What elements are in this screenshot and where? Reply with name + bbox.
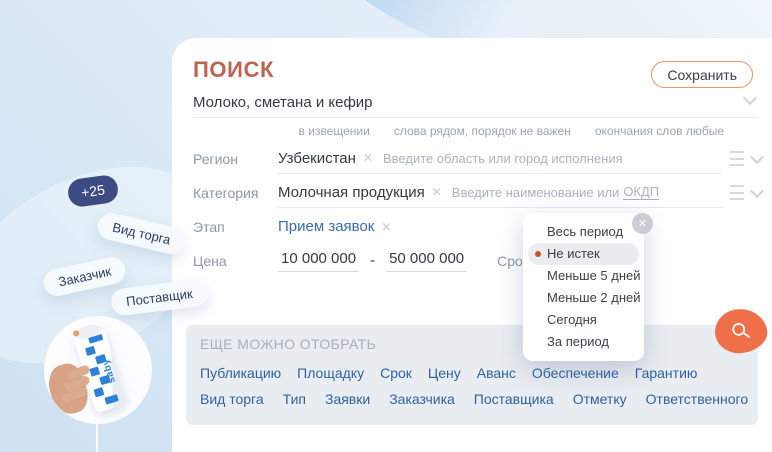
close-icon[interactable]: ✕ — [432, 185, 442, 199]
filter-link[interactable]: Поставщика — [474, 391, 554, 407]
field-row-price: Цена 10 000 000 - 50 000 000 Срок — [193, 246, 762, 275]
price-dash: - — [370, 252, 375, 269]
filter-link[interactable]: Тип — [283, 391, 306, 407]
search-input[interactable]: Молоко, сметана и кефир — [193, 94, 373, 111]
carton-pattern — [93, 387, 104, 397]
search-icon — [729, 319, 754, 344]
selected-dot-icon — [535, 251, 541, 257]
price-inputs: 10 000 000 - 50 000 000 Срок — [278, 246, 762, 275]
close-icon[interactable]: ✕ — [632, 213, 653, 234]
filter-link[interactable]: Заказчика — [389, 391, 455, 407]
carton-pattern — [85, 346, 96, 356]
chevron-down-icon[interactable] — [750, 149, 764, 163]
scope-option-notice[interactable]: в извещении — [299, 124, 370, 138]
dropdown-option[interactable]: Весь период — [523, 221, 644, 243]
region-placeholder: Введите область или город исполнения — [383, 151, 623, 166]
category-controls — [730, 185, 762, 200]
list-icon[interactable] — [730, 151, 744, 166]
decor-line — [96, 424, 98, 452]
close-icon[interactable]: ✕ — [381, 220, 391, 234]
region-input[interactable]: Узбекистан ✕ Введите область или город и… — [278, 144, 723, 174]
region-label: Регион — [193, 151, 278, 167]
search-scope-options: в извещении слова рядом, порядок не важе… — [299, 124, 724, 138]
scope-option-word-order[interactable]: слова рядом, порядок не важен — [394, 124, 571, 138]
field-row-region: Регион Узбекистан ✕ Введите область или … — [193, 144, 762, 173]
dropdown-option[interactable]: Меньше 5 дней — [523, 265, 644, 287]
filter-link[interactable]: Аванс — [477, 365, 516, 381]
filter-link[interactable]: Заявки — [325, 391, 370, 407]
filter-link[interactable]: Гарантию — [635, 365, 698, 381]
more-filters-panel: ЕЩЕ МОЖНО ОТОБРАТЬ Публикацию Площадку С… — [186, 325, 758, 425]
okdp-link[interactable]: ОКДП — [623, 184, 659, 200]
stage-tag: Прием заявок — [278, 218, 374, 235]
filter-link[interactable]: Вид торга — [200, 391, 264, 407]
region-tag: Узбекистан — [278, 150, 356, 167]
dropdown-option-label: Не истек — [547, 243, 600, 265]
category-placeholder: Введите наименование или — [452, 185, 620, 200]
screen: ПОИСК Сохранить Молоко, сметана и кефир … — [0, 0, 772, 452]
chevron-down-icon[interactable] — [743, 91, 757, 105]
dropdown-option[interactable]: Меньше 2 дней — [523, 287, 644, 309]
category-tag: Молочная продукция — [278, 184, 425, 201]
dropdown-option[interactable]: Сегодня — [523, 309, 644, 331]
search-query-row: Молоко, сметана и кефир — [193, 88, 758, 118]
category-label: Категория — [193, 185, 278, 201]
carton-pattern — [104, 394, 118, 404]
search-card: ПОИСК Сохранить Молоко, сметана и кефир … — [172, 38, 772, 452]
price-to-input[interactable]: 50 000 000 — [386, 250, 467, 272]
chevron-down-icon[interactable] — [750, 183, 764, 197]
category-input[interactable]: Молочная продукция ✕ Введите наименовани… — [278, 178, 723, 208]
stage-input[interactable]: Прием заявок ✕ — [278, 212, 762, 241]
price-label: Цена — [193, 253, 278, 269]
filter-link[interactable]: Ответственного — [646, 391, 748, 407]
field-row-category: Категория Молочная продукция ✕ Введите н… — [193, 178, 762, 207]
list-icon[interactable] — [730, 185, 744, 200]
filter-link[interactable]: Публикацию — [200, 365, 281, 381]
field-row-stage: Этап Прием заявок ✕ — [193, 212, 762, 241]
page-title: ПОИСК — [193, 57, 274, 83]
filter-link[interactable]: Срок — [380, 365, 412, 381]
filter-link[interactable]: Обеспечение — [532, 365, 619, 381]
carton-pattern — [89, 366, 100, 376]
more-filters-row1: Публикацию Площадку Срок Цену Аванс Обес… — [200, 365, 697, 381]
scope-option-endings[interactable]: окончания слов любые — [595, 124, 724, 138]
filter-link[interactable]: Площадку — [297, 365, 364, 381]
dropdown-option[interactable]: За период — [523, 331, 644, 353]
price-from-input[interactable]: 10 000 000 — [278, 250, 359, 272]
more-filters-row2: Вид торга Тип Заявки Заказчика Поставщик… — [200, 391, 748, 407]
filter-link[interactable]: Отметку — [573, 391, 627, 407]
dropdown-option-selected[interactable]: Не истек — [528, 243, 639, 265]
filter-link[interactable]: Цену — [428, 365, 461, 381]
save-button[interactable]: Сохранить — [651, 61, 753, 88]
more-filters-title: ЕЩЕ МОЖНО ОТОБРАТЬ — [200, 336, 376, 352]
term-dropdown: ✕ Весь период Не истек Меньше 5 дней Мен… — [523, 213, 644, 361]
milk-carton-photo: saby — [44, 316, 152, 424]
region-controls — [730, 151, 762, 166]
close-icon[interactable]: ✕ — [363, 151, 373, 165]
stage-label: Этап — [193, 219, 278, 235]
